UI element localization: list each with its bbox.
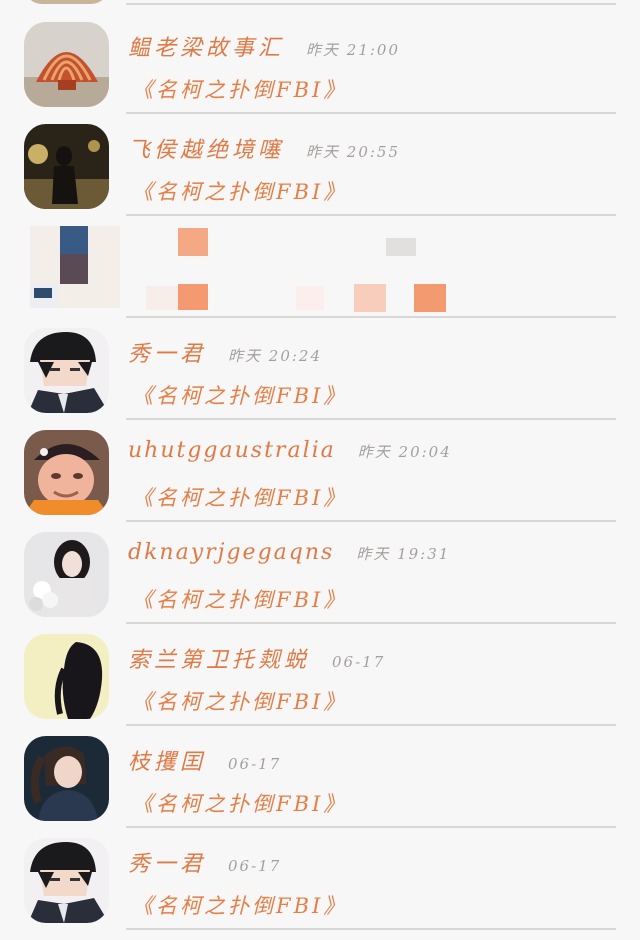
message-preview: 《名柯之扑倒FBI》 bbox=[132, 690, 348, 714]
message-time: 昨天 21:00 bbox=[306, 41, 401, 59]
message-time: 06-17 bbox=[228, 857, 282, 875]
contact-name: dknayrjgegaqns bbox=[128, 540, 335, 565]
message-time: 昨天 20:24 bbox=[228, 347, 323, 365]
beanie-anime-avatar-icon[interactable] bbox=[24, 328, 109, 413]
message-preview: 《名柯之扑倒FBI》 bbox=[132, 588, 348, 612]
message-time: 昨天 20:04 bbox=[357, 443, 452, 461]
divider bbox=[126, 826, 616, 828]
contact-name: 飞侯越绝境噻 bbox=[128, 138, 285, 163]
message-preview: 《名柯之扑倒FBI》 bbox=[132, 486, 348, 510]
night-figure-avatar-icon[interactable] bbox=[24, 124, 109, 209]
message-row[interactable]: 秀一君 06-17 《名柯之扑倒FBI》 bbox=[0, 838, 640, 940]
message-time: 昨天 19:31 bbox=[356, 545, 451, 563]
masked-face-avatar-icon[interactable] bbox=[24, 430, 109, 515]
divider bbox=[126, 418, 616, 420]
message-row[interactable]: uhutggaustralia 昨天 20:04 《名柯之扑倒FBI》 bbox=[0, 430, 640, 532]
message-preview: 《名柯之扑倒FBI》 bbox=[132, 384, 348, 408]
divider bbox=[126, 112, 616, 114]
shell-avatar-icon[interactable] bbox=[24, 22, 109, 107]
message-preview: 《名柯之扑倒FBI》 bbox=[132, 180, 348, 204]
message-row[interactable]: 鳁老梁故事汇 昨天 21:00 《名柯之扑倒FBI》 bbox=[0, 22, 640, 124]
obscured-row bbox=[0, 226, 640, 328]
message-preview: 《名柯之扑倒FBI》 bbox=[132, 792, 348, 816]
message-row[interactable]: 枝攫囯 06-17 《名柯之扑倒FBI》 bbox=[0, 736, 640, 838]
message-time: 昨天 20:55 bbox=[306, 143, 401, 161]
contact-name: 鳁老梁故事汇 bbox=[128, 36, 285, 61]
girl-flowers-avatar-icon[interactable] bbox=[24, 532, 109, 617]
message-row[interactable]: 飞侯越绝境噻 昨天 20:55 《名柯之扑倒FBI》 bbox=[0, 124, 640, 226]
contact-name: 枝攫囯 bbox=[128, 750, 207, 775]
message-preview: 《名柯之扑倒FBI》 bbox=[132, 894, 348, 918]
divider bbox=[126, 316, 616, 318]
ponytail-girl-avatar-icon[interactable] bbox=[24, 736, 109, 821]
beanie-anime-avatar-icon[interactable] bbox=[24, 838, 109, 923]
divider bbox=[126, 214, 616, 216]
avatar[interactable] bbox=[24, 0, 109, 4]
contact-name: uhutggaustralia bbox=[128, 438, 336, 463]
contact-name: 秀一君 bbox=[128, 852, 207, 877]
contact-name: 索兰第卫托觌蜕 bbox=[128, 648, 311, 673]
divider bbox=[126, 928, 616, 930]
contact-name: 秀一君 bbox=[128, 342, 207, 367]
divider bbox=[126, 3, 616, 5]
divider bbox=[126, 622, 616, 624]
message-row[interactable]: 秀一君 昨天 20:24 《名柯之扑倒FBI》 bbox=[0, 328, 640, 430]
message-row[interactable]: 索兰第卫托觌蜕 06-17 《名柯之扑倒FBI》 bbox=[0, 634, 640, 736]
message-list: 鳁老梁故事汇 昨天 21:00 《名柯之扑倒FBI》 飞侯越绝境噻 昨天 20:… bbox=[0, 0, 640, 936]
message-time: 06-17 bbox=[228, 755, 282, 773]
divider bbox=[126, 724, 616, 726]
message-time: 06-17 bbox=[332, 653, 386, 671]
divider bbox=[126, 520, 616, 522]
message-preview: 《名柯之扑倒FBI》 bbox=[132, 78, 348, 102]
dark-hair-avatar-icon[interactable] bbox=[24, 634, 109, 719]
message-row[interactable]: dknayrjgegaqns 昨天 19:31 《名柯之扑倒FBI》 bbox=[0, 532, 640, 634]
